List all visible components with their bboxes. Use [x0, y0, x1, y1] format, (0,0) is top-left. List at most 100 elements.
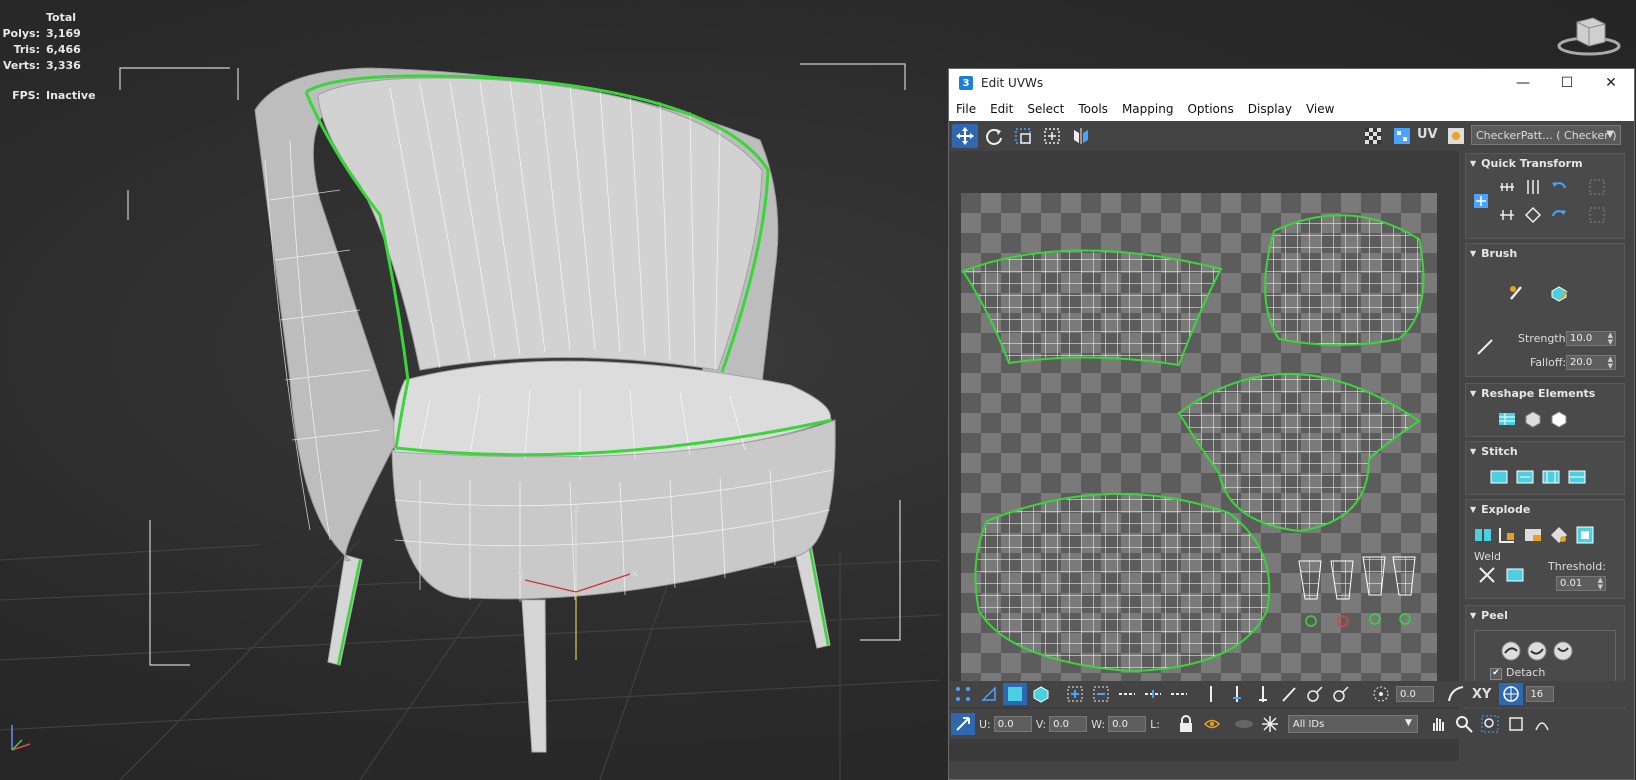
horizontal-scrollbar[interactable] [949, 743, 1459, 759]
zoom-extents-icon[interactable] [1504, 713, 1528, 735]
mirror-tool-icon[interactable] [1068, 124, 1094, 148]
detach-edges-icon[interactable] [1496, 524, 1518, 546]
window-titlebar[interactable]: 3 Edit UVWs — ☐ ✕ [949, 69, 1634, 97]
rollout-title-reshape[interactable]: ▼ Reshape Elements [1466, 384, 1624, 402]
explode-by-material-icon[interactable] [1574, 524, 1596, 546]
absolute-offset-icon[interactable] [951, 713, 975, 735]
material-ids-dropdown[interactable]: All IDs ▼ [1287, 715, 1418, 733]
zoom-region-icon[interactable] [1478, 713, 1502, 735]
ring-grow-icon[interactable] [1141, 683, 1165, 705]
align-to-edge-icon[interactable] [1522, 204, 1544, 226]
loop-grow-plus-icon[interactable] [1225, 683, 1249, 705]
lock-icon[interactable] [1174, 713, 1198, 735]
straighten-icon[interactable] [1496, 408, 1518, 430]
ring-shrink-icon[interactable] [1167, 683, 1191, 705]
rotate-ccw-icon[interactable] [1548, 176, 1570, 198]
pan-hand-icon[interactable] [1426, 713, 1450, 735]
rollout-title-quick-transform[interactable]: ▼ Quick Transform [1466, 154, 1624, 172]
space-horizontal-icon[interactable] [1496, 204, 1518, 226]
uv-editor-canvas[interactable] [949, 151, 1459, 761]
reset-peel-icon[interactable] [1552, 640, 1574, 662]
scale-tool-icon[interactable] [1010, 124, 1036, 148]
show-map-icon[interactable] [1389, 124, 1415, 148]
close-button[interactable]: ✕ [1589, 69, 1633, 97]
rotate-cw-icon[interactable] [1548, 204, 1570, 226]
hide-icon[interactable] [1200, 713, 1224, 735]
falloff-input[interactable]: 20.0 ▲ ▼ [1566, 355, 1616, 370]
explode-by-polygon-icon[interactable] [1522, 524, 1544, 546]
menu-mapping[interactable]: Mapping [1115, 102, 1181, 116]
detach-checkbox[interactable]: ✔ [1490, 668, 1502, 680]
rollout-title-stitch[interactable]: ▼ Stitch [1466, 442, 1624, 460]
stitch-to-source-icon[interactable] [1514, 466, 1536, 488]
grow-selection-icon[interactable] [1063, 683, 1087, 705]
move-tool-icon[interactable] [952, 124, 978, 148]
flip-vertical-icon[interactable] [1586, 204, 1608, 226]
paint-move-icon[interactable] [1506, 282, 1528, 304]
grid-size-input[interactable]: 16 [1526, 686, 1555, 702]
paint-grow-icon[interactable] [1303, 683, 1327, 705]
uv-island-seat-top[interactable] [1264, 214, 1425, 346]
menu-display[interactable]: Display [1241, 102, 1299, 116]
brush-icon[interactable] [1474, 336, 1496, 358]
uv-space-label[interactable]: UV [1417, 127, 1438, 142]
maximize-button[interactable]: ☐ [1545, 69, 1589, 97]
menu-select[interactable]: Select [1020, 102, 1071, 116]
rotate-angle-input[interactable]: 0.0 [1396, 686, 1434, 702]
show-all-icon[interactable] [1232, 713, 1256, 735]
u-input[interactable]: 0.0 [993, 716, 1032, 732]
rotate-tool-icon[interactable] [981, 124, 1007, 148]
align-vertical-icon[interactable] [1522, 176, 1544, 198]
viewcube-icon[interactable] [1555, 12, 1623, 56]
pivot-icon[interactable] [1470, 190, 1492, 212]
menu-file[interactable]: File [949, 102, 983, 116]
quick-peel-icon[interactable] [1500, 640, 1522, 662]
minimize-button[interactable]: — [1501, 69, 1545, 97]
edit-uvws-window[interactable]: 3 Edit UVWs — ☐ ✕ File Edit Select Tools… [948, 68, 1635, 780]
rollout-title-brush[interactable]: ▼ Brush [1466, 244, 1624, 262]
stitch-custom-icon[interactable] [1488, 466, 1510, 488]
shrink-selection-icon[interactable] [1089, 683, 1113, 705]
menu-tools[interactable]: Tools [1071, 102, 1115, 116]
freeform-tool-icon[interactable] [1039, 124, 1065, 148]
weld-selected-icon[interactable] [1504, 564, 1526, 586]
loop-grow-icon[interactable] [1199, 683, 1223, 705]
loop-select-icon[interactable] [1115, 683, 1139, 705]
weld-target-icon[interactable] [1476, 564, 1498, 586]
strength-input[interactable]: 10.0 ▲ ▼ [1566, 331, 1616, 346]
zoom-icon[interactable] [1452, 713, 1476, 735]
zoom-selected-icon[interactable] [1530, 713, 1554, 735]
peel-mode-icon[interactable] [1526, 640, 1548, 662]
menu-edit[interactable]: Edit [983, 102, 1020, 116]
element-mode-icon[interactable] [1029, 683, 1053, 705]
paint-shrink-icon[interactable] [1329, 683, 1353, 705]
edge-mode-icon[interactable] [977, 683, 1001, 705]
flip-horizontal-icon[interactable] [1586, 176, 1608, 198]
menu-view[interactable]: View [1299, 102, 1341, 116]
soft-selection-icon[interactable] [1369, 683, 1393, 705]
texture-dropdown[interactable]: CheckerPatt... ( Checker ) ▼ [1471, 125, 1621, 145]
relax-brush-icon[interactable] [1548, 282, 1570, 304]
relax-icon[interactable] [1522, 408, 1544, 430]
break-icon[interactable] [1472, 524, 1494, 546]
explode-by-smoothing-icon[interactable] [1548, 524, 1570, 546]
face-mode-icon[interactable] [1003, 683, 1027, 705]
checker-toggle-icon[interactable] [1360, 124, 1386, 148]
coord-space-label[interactable]: XY [1472, 687, 1491, 702]
flatten-icon[interactable] [1548, 408, 1570, 430]
stitch-average-icon[interactable] [1540, 466, 1562, 488]
threshold-input[interactable]: 0.01 ▲ ▼ [1556, 576, 1606, 591]
v-input[interactable]: 0.0 [1049, 716, 1088, 732]
falloff-curve-icon[interactable] [1444, 683, 1468, 705]
align-horizontal-icon[interactable] [1496, 176, 1518, 198]
grid-snap-icon[interactable] [1499, 683, 1524, 705]
rollout-title-explode[interactable]: ▼ Explode [1466, 500, 1624, 518]
w-input[interactable]: 0.0 [1108, 716, 1147, 732]
menu-options[interactable]: Options [1180, 102, 1240, 116]
stitch-to-target-icon[interactable] [1566, 466, 1588, 488]
paint-select-icon[interactable] [1277, 683, 1301, 705]
rollout-title-peel[interactable]: ▼ Peel [1466, 606, 1624, 624]
freeze-icon[interactable] [1258, 713, 1282, 735]
texture-settings-icon[interactable] [1443, 124, 1469, 148]
uv-island-base[interactable] [974, 492, 1271, 673]
